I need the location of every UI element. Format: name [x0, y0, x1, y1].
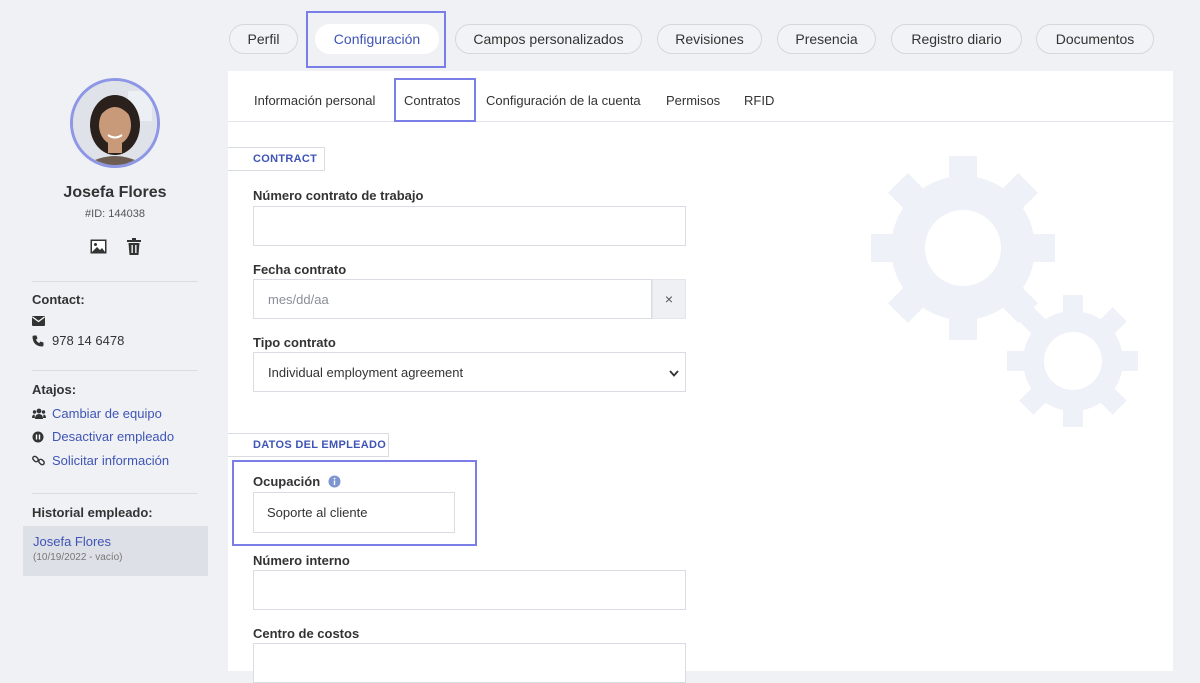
- separator: [32, 493, 198, 494]
- internal-number-label: Número interno: [253, 553, 350, 568]
- clear-date-button[interactable]: ×: [652, 279, 686, 319]
- section-contract-title: CONTRACT: [228, 147, 325, 171]
- history-employee-name[interactable]: Josefa Flores: [33, 534, 111, 549]
- trash-icon[interactable]: [124, 236, 144, 256]
- occupation-label: Ocupación: [253, 474, 321, 489]
- sub-tab-bar: Información personal Contratos Configura…: [228, 71, 1173, 122]
- tab-configuracion[interactable]: Configuración: [315, 24, 439, 54]
- subtab-contratos[interactable]: Contratos: [404, 93, 460, 108]
- occupation-label-row: Ocupación: [253, 474, 341, 489]
- employee-name: Josefa Flores: [63, 184, 167, 201]
- envelope-icon[interactable]: [32, 316, 45, 326]
- tab-presencia[interactable]: Presencia: [777, 24, 876, 54]
- employee-id: #ID: 144038: [85, 208, 145, 220]
- subtab-informacion-personal[interactable]: Información personal: [254, 93, 375, 108]
- contract-date-label: Fecha contrato: [253, 262, 347, 277]
- avatar: [70, 78, 160, 168]
- separator: [32, 281, 198, 282]
- chevron-down-icon: [669, 366, 679, 380]
- users-icon: [32, 408, 52, 419]
- occupation-input[interactable]: Soporte al cliente: [253, 492, 455, 533]
- separator: [32, 370, 198, 371]
- top-tab-bar: Perfil Configuración Campos personalizad…: [0, 0, 1200, 70]
- tab-documentos[interactable]: Documentos: [1036, 24, 1154, 54]
- cost-center-label: Centro de costos: [253, 626, 360, 641]
- contract-type-value: Individual employment agreement: [268, 364, 464, 380]
- cost-center-input[interactable]: [253, 643, 686, 683]
- history-date-range: (10/19/2022 - vacío): [33, 552, 123, 563]
- phone-icon: [32, 335, 52, 347]
- info-icon[interactable]: [328, 475, 341, 488]
- shortcut-label[interactable]: Desactivar empleado: [52, 429, 174, 444]
- avatar-image: [73, 81, 157, 165]
- internal-number-input[interactable]: [253, 570, 686, 610]
- image-icon[interactable]: [88, 236, 108, 256]
- pause-circle-icon: [32, 431, 52, 443]
- shortcut-label[interactable]: Cambiar de equipo: [52, 406, 162, 421]
- gears-icon: [871, 156, 1138, 427]
- contract-number-input[interactable]: [253, 206, 686, 246]
- subtab-permisos[interactable]: Permisos: [666, 93, 720, 108]
- tab-perfil[interactable]: Perfil: [229, 24, 298, 54]
- subtab-configuracion-cuenta[interactable]: Configuración de la cuenta: [486, 93, 641, 108]
- history-heading: Historial empleado:: [32, 505, 153, 520]
- subtab-rfid[interactable]: RFID: [744, 93, 774, 108]
- main-panel: Información personal Contratos Configura…: [228, 71, 1173, 683]
- shortcut-label[interactable]: Solicitar información: [52, 453, 169, 468]
- contact-phone: 978 14 6478: [52, 333, 125, 348]
- shortcut-deactivate[interactable]: Desactivar empleado: [32, 429, 174, 444]
- shortcuts-heading: Atajos:: [32, 382, 77, 397]
- contract-date-input[interactable]: mes/dd/aa: [253, 279, 652, 319]
- close-icon: ×: [664, 291, 674, 307]
- tab-revisiones[interactable]: Revisiones: [657, 24, 762, 54]
- history-item[interactable]: Josefa Flores (10/19/2022 - vacío): [23, 526, 208, 576]
- shortcut-change-team[interactable]: Cambiar de equipo: [32, 406, 162, 421]
- shortcut-request-info[interactable]: Solicitar información: [32, 453, 169, 468]
- contact-heading: Contact:: [32, 292, 85, 307]
- contract-type-select[interactable]: Individual employment agreement: [253, 352, 686, 392]
- contract-type-label: Tipo contrato: [253, 335, 336, 350]
- contact-phone-row: 978 14 6478: [32, 333, 124, 348]
- contract-number-label: Número contrato de trabajo: [253, 188, 424, 203]
- section-employee-title: DATOS DEL EMPLEADO: [228, 433, 389, 457]
- tab-campos-personalizados[interactable]: Campos personalizados: [455, 24, 642, 54]
- link-icon: [32, 454, 52, 467]
- tab-registro-diario[interactable]: Registro diario: [891, 24, 1022, 54]
